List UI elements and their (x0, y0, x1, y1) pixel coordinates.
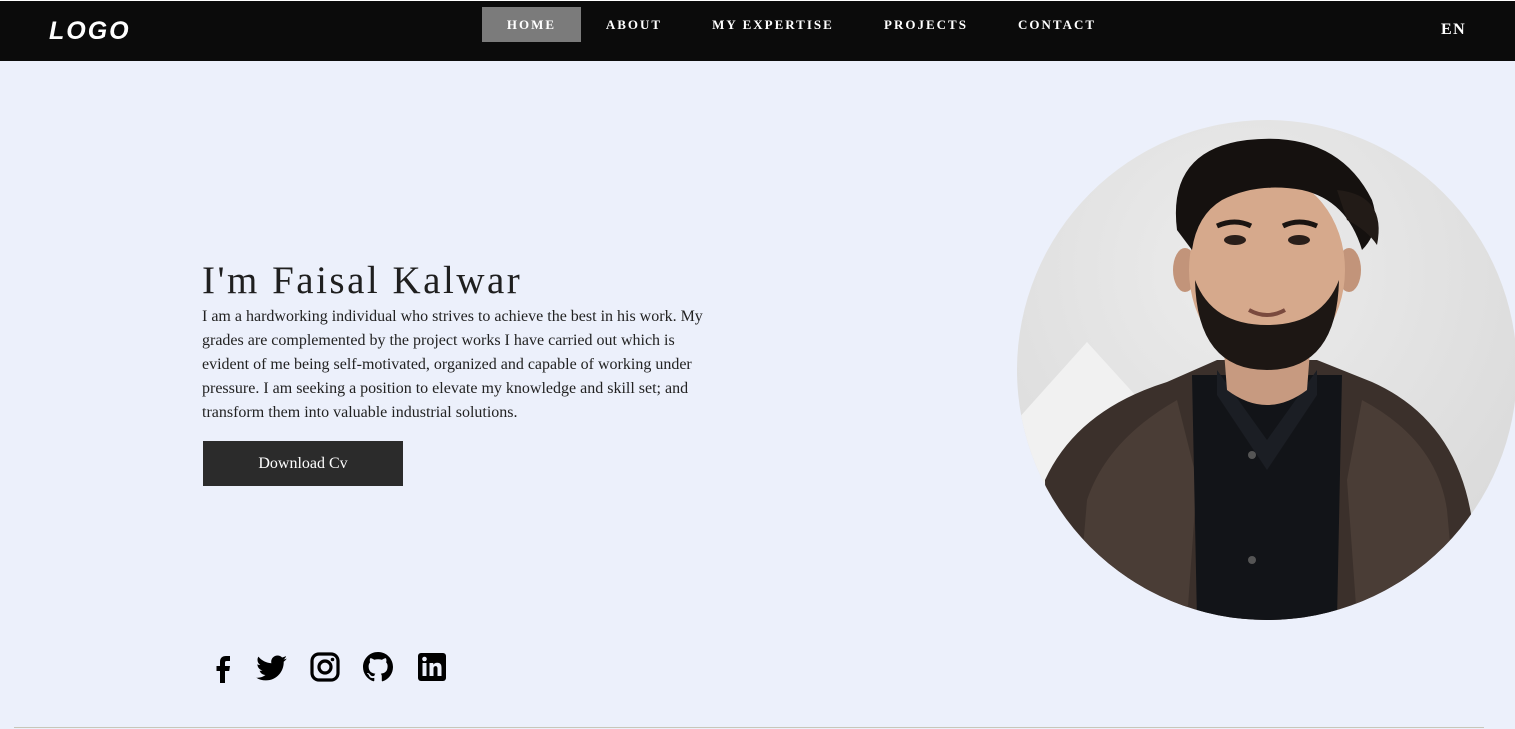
nav-my-expertise[interactable]: MY EXPERTISE (700, 7, 846, 42)
linkedin-icon[interactable] (413, 648, 451, 686)
twitter-icon[interactable] (252, 648, 290, 686)
bottom-divider (14, 727, 1484, 728)
nav-contact[interactable]: CONTACT (1006, 7, 1108, 42)
hero-title: I'm Faisal Kalwar (202, 259, 523, 302)
nav-projects[interactable]: PROJECTS (872, 7, 980, 42)
facebook-icon[interactable] (205, 648, 243, 686)
download-cv-button[interactable]: Download Cv (203, 441, 403, 486)
hero-description: I am a hardworking individual who strive… (202, 308, 703, 421)
nav-home[interactable]: HOME (482, 7, 581, 42)
profile-photo-illustration (1017, 138, 1487, 620)
nav-about[interactable]: ABOUT (592, 7, 676, 42)
site-logo[interactable]: LOGO (49, 17, 131, 46)
profile-photo (1017, 120, 1515, 620)
github-icon[interactable] (359, 648, 397, 686)
instagram-icon[interactable] (306, 648, 344, 686)
language-selector[interactable]: EN (1441, 21, 1466, 39)
top-navbar: LOGO HOME ABOUT MY EXPERTISE PROJECTS CO… (0, 0, 1515, 61)
